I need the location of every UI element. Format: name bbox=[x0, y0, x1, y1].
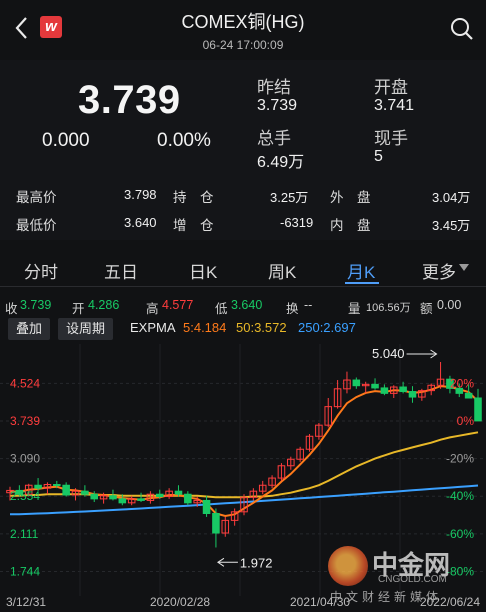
low-annotation: 1.972 bbox=[240, 555, 273, 570]
high-row-value: 4.577 bbox=[162, 298, 194, 312]
candle-body bbox=[202, 499, 211, 515]
oi-change-label: 增 仓 bbox=[173, 218, 214, 233]
close-value: 3.739 bbox=[20, 298, 52, 312]
watermark-logo-icon bbox=[328, 546, 368, 586]
candle-body bbox=[118, 498, 127, 504]
candle-body bbox=[81, 490, 89, 495]
candle-body bbox=[109, 495, 117, 500]
open-row-label: 开 bbox=[72, 302, 85, 316]
open-value: 3.741 bbox=[374, 97, 415, 114]
current-volume-value: 5 bbox=[374, 148, 383, 165]
y-tick-right-label: -80% bbox=[446, 565, 474, 579]
high-row-label: 高 bbox=[146, 302, 159, 316]
expma-label: EXPMA bbox=[130, 320, 176, 335]
outer-value: 3.04万 bbox=[432, 190, 471, 205]
y-tick-label: 3.090 bbox=[10, 452, 40, 466]
ema250-value: 250:2.697 bbox=[298, 320, 356, 335]
open-interest-label: 持 仓 bbox=[173, 190, 214, 205]
y-tick-label: 2.111 bbox=[10, 527, 39, 541]
y-tick-label: 1.744 bbox=[10, 565, 40, 579]
high-label: 最高价 bbox=[16, 190, 57, 205]
price-change-percent: 0.00% bbox=[157, 130, 211, 151]
candle-body bbox=[408, 391, 417, 398]
y-tick-right-label: -20% bbox=[446, 452, 474, 466]
candle-body bbox=[155, 493, 164, 498]
inner-value: 3.45万 bbox=[432, 218, 471, 233]
prev-close-label: 昨结 bbox=[257, 78, 291, 97]
candle-body bbox=[53, 484, 61, 487]
y-tick-label: 2.554 bbox=[10, 489, 40, 503]
watermark-media: 中文财经新媒体 bbox=[330, 590, 443, 604]
candle-body bbox=[62, 484, 70, 496]
set-period-button[interactable]: 设周期 bbox=[58, 318, 114, 340]
watermark-site: CNGOLD.COM bbox=[378, 574, 447, 585]
candle-body bbox=[137, 498, 145, 501]
y-tick-label: 3.739 bbox=[10, 414, 40, 428]
open-label: 开盘 bbox=[374, 78, 408, 97]
candle-body bbox=[464, 392, 473, 399]
ema5-value: 5:4.184 bbox=[183, 320, 227, 335]
total-volume-value: 6.49万 bbox=[257, 154, 305, 171]
candle-body bbox=[174, 490, 183, 495]
oi-change-value: -6319 bbox=[280, 215, 314, 230]
ema50-value: 50:3.572 bbox=[236, 320, 287, 335]
tab-daily-k[interactable]: 日K bbox=[189, 258, 217, 283]
tab-monthly-k[interactable]: 月K bbox=[347, 258, 375, 283]
candle-body bbox=[399, 386, 407, 393]
amount-label: 额 bbox=[420, 302, 433, 316]
y-tick-label: 4.524 bbox=[10, 376, 40, 390]
candle-body bbox=[474, 397, 482, 422]
x-tick-label: 3/12/31 bbox=[6, 595, 46, 609]
search-icon[interactable] bbox=[449, 16, 475, 42]
prev-close-value: 3.739 bbox=[257, 97, 298, 114]
y-tick-right-label: 20% bbox=[450, 376, 474, 390]
open-row-value: 4.286 bbox=[88, 298, 120, 312]
price-change: 0.000 bbox=[42, 130, 90, 151]
amount-value: 0.00 bbox=[437, 298, 462, 312]
tab-weekly-k[interactable]: 周K bbox=[268, 258, 296, 283]
high-annotation: 5.040 bbox=[372, 346, 405, 361]
turnover-label: 换 bbox=[286, 302, 299, 316]
candle-body bbox=[184, 493, 192, 504]
low-row-label: 低 bbox=[215, 302, 228, 316]
close-label: 收 bbox=[5, 302, 18, 316]
volume-value: 106.56万 bbox=[366, 302, 411, 314]
candle-body bbox=[34, 484, 42, 489]
low-row-value: 3.640 bbox=[231, 298, 263, 312]
y-tick-right-label: -60% bbox=[446, 527, 474, 541]
last-price: 3.739 bbox=[78, 78, 181, 122]
tab-five-day[interactable]: 五日 bbox=[104, 258, 138, 283]
candle-body bbox=[352, 379, 361, 387]
volume-label: 量 bbox=[348, 302, 361, 316]
low-label: 最低价 bbox=[16, 218, 57, 233]
period-tabs bbox=[0, 248, 486, 287]
turnover-value: -- bbox=[304, 298, 313, 312]
page-title: COMEX铜(HG) bbox=[181, 12, 305, 32]
current-volume-label: 现手 bbox=[374, 129, 408, 148]
timestamp: 06-24 17:00:09 bbox=[202, 38, 284, 52]
open-interest-value: 3.25万 bbox=[270, 190, 309, 205]
y-tick-right-label: -40% bbox=[446, 489, 474, 503]
candle-body bbox=[90, 493, 99, 500]
y-tick-right-label: 0% bbox=[457, 414, 475, 428]
tab-intraday[interactable]: 分时 bbox=[24, 258, 58, 283]
inner-label: 内 盘 bbox=[330, 218, 371, 233]
high-value: 3.798 bbox=[124, 187, 157, 202]
chevron-down-icon[interactable] bbox=[459, 264, 469, 272]
candle-body bbox=[371, 383, 379, 389]
candle-body bbox=[212, 513, 220, 534]
outer-label: 外 盘 bbox=[330, 190, 371, 205]
candle-body bbox=[380, 387, 389, 394]
low-value: 3.640 bbox=[124, 215, 157, 230]
active-tab-indicator bbox=[345, 282, 379, 284]
x-tick-label: 2020/02/28 bbox=[150, 595, 210, 609]
total-volume-label: 总手 bbox=[257, 129, 291, 148]
tab-more[interactable]: 更多 bbox=[422, 258, 456, 283]
overlay-button[interactable]: 叠加 bbox=[8, 318, 51, 340]
